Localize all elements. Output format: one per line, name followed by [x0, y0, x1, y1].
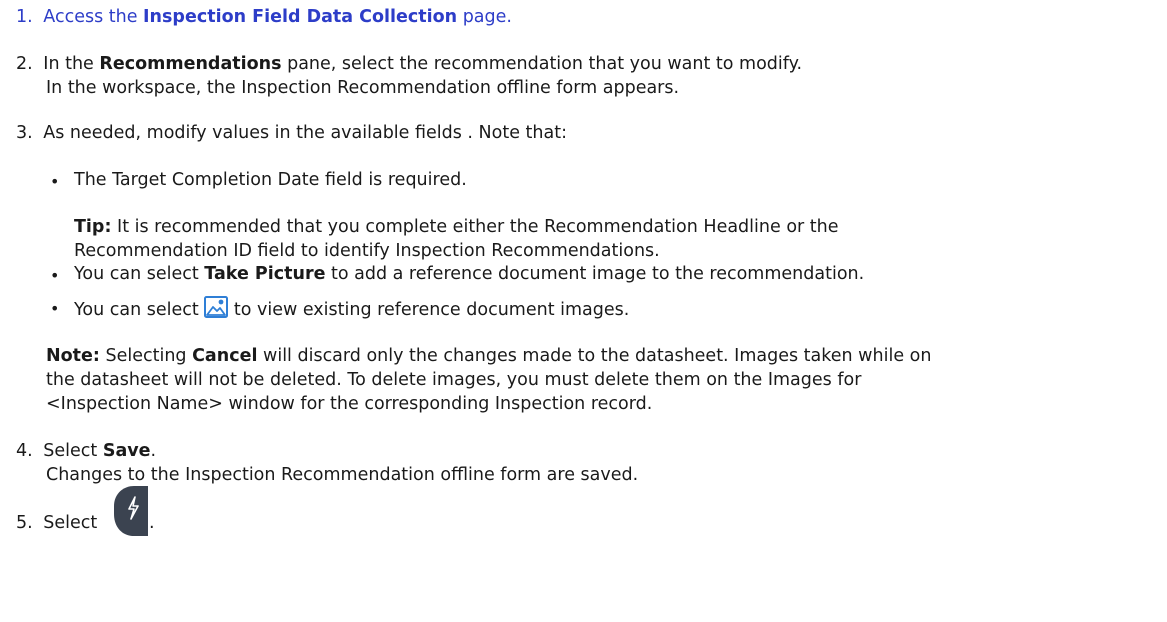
- bullet-required-field: The Target Completion Date field is requ…: [74, 170, 467, 190]
- bullet-marker: •: [50, 172, 60, 191]
- step-5-period: .: [149, 513, 155, 533]
- step-1: 1. Access the Inspection Field Data Coll…: [16, 6, 512, 29]
- bullet-marker: •: [50, 299, 60, 318]
- tip-line-2: Recommendation ID field to identify Insp…: [74, 241, 660, 261]
- image-gallery-icon[interactable]: [204, 296, 229, 325]
- step-text: In the Recommendations pane, select the …: [43, 54, 803, 74]
- bullet-marker: •: [50, 266, 60, 285]
- step-number: 5.: [16, 513, 33, 533]
- note-line-2: the datasheet will not be deleted. To de…: [46, 370, 862, 390]
- bullet-view-images: You can select to view existing referenc…: [74, 296, 629, 325]
- step-4-result: Changes to the Inspection Recommendation…: [46, 465, 639, 485]
- step-4: 4. Select Save.: [16, 440, 156, 463]
- step-number: 4.: [16, 441, 33, 461]
- inspection-field-data-collection-link[interactable]: Access the Inspection Field Data Collect…: [43, 7, 512, 27]
- step-2: 2. In the Recommendations pane, select t…: [16, 53, 802, 76]
- sync-button-icon[interactable]: [114, 486, 152, 543]
- step-text: Select: [43, 513, 98, 533]
- step-text: Select Save.: [43, 441, 157, 461]
- bullet-take-picture: You can select Take Picture to add a ref…: [74, 264, 865, 284]
- step-2-result: In the workspace, the Inspection Recomme…: [46, 78, 680, 98]
- step-number: 3.: [16, 123, 33, 143]
- step-5: 5. Select: [16, 512, 97, 535]
- step-number: 2.: [16, 54, 33, 74]
- step-3: 3. As needed, modify values in the avail…: [16, 122, 567, 145]
- note-line-3: <Inspection Name> window for the corresp…: [46, 394, 653, 414]
- tip-line-1: Tip: It is recommended that you complete…: [74, 217, 839, 237]
- note-line-1: Note: Selecting Cancel will discard only…: [46, 346, 932, 366]
- step-number: 1.: [16, 7, 33, 27]
- step-text: As needed, modify values in the availabl…: [43, 123, 567, 143]
